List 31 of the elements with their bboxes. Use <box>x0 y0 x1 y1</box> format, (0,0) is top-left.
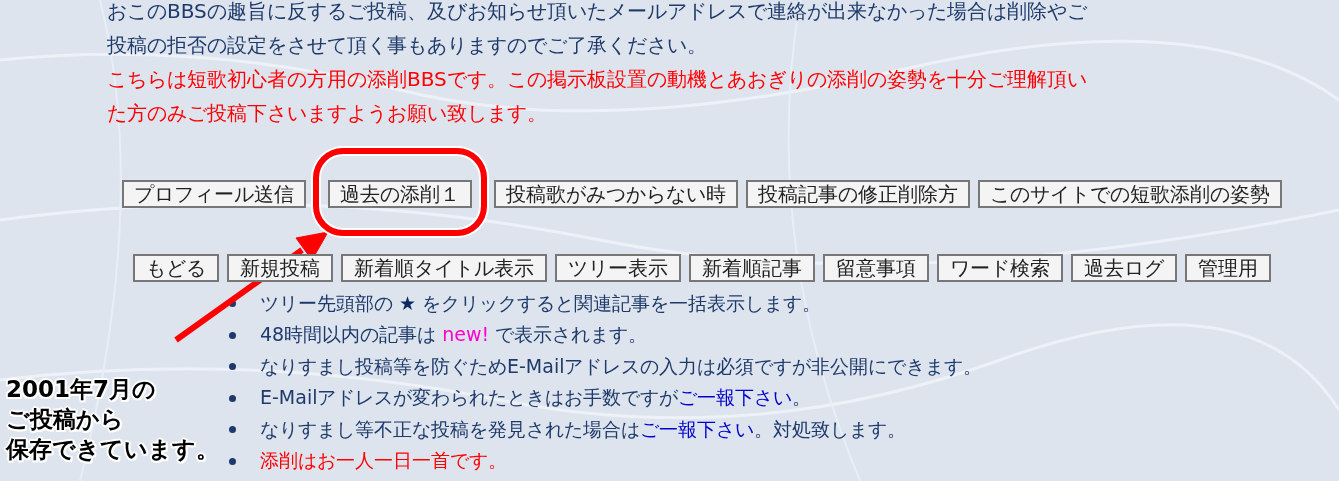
bullet-icon <box>229 331 236 339</box>
caption-text: 2001年7月の ご投稿から 保存できています。 <box>6 375 219 464</box>
nav-button[interactable]: 過去の添削１ <box>328 180 472 208</box>
nav-button[interactable]: 投稿歌がみつからない時 <box>494 180 738 208</box>
nav-button[interactable]: 新規投稿 <box>227 254 333 282</box>
nav-button[interactable]: このサイトでの短歌添削の姿勢 <box>978 180 1282 208</box>
note-text: ツリー先頭部の ★ をクリックすると関連記事を一括表示します。 <box>260 290 822 316</box>
notice-text: た方のみご投稿下さいますようお願い致します。 <box>107 100 547 127</box>
nav-button[interactable]: ツリー表示 <box>555 254 681 282</box>
note-text: なりすまし投稿等を防ぐためE-Mailアドレスの入力は必須ですが非公開にできます。 <box>260 353 983 379</box>
nav-button[interactable]: ワード検索 <box>937 254 1063 282</box>
note-text: E-Mailアドレスが変わられたときはお手数ですがご一報下さい。 <box>260 385 812 411</box>
bullet-icon <box>229 363 236 371</box>
nav-button[interactable]: 投稿記事の修正削除方 <box>746 180 970 208</box>
nav-button[interactable]: 新着順タイトル表示 <box>341 254 547 282</box>
bullet-icon <box>229 394 236 402</box>
nav-button[interactable]: 新着順記事 <box>689 254 815 282</box>
nav-button[interactable]: 管理用 <box>1185 254 1271 282</box>
notice-text: 投稿の拒否の設定をさせて頂く事もありますのでご了承ください。 <box>107 32 707 59</box>
bullet-icon <box>229 457 236 465</box>
bullet-icon <box>229 300 236 308</box>
nav-button[interactable]: 過去ログ <box>1071 254 1177 282</box>
nav-button[interactable]: もどる <box>133 254 219 282</box>
note-text: 48時間以内の記事は new! で表示されます。 <box>260 322 648 348</box>
bullet-icon <box>229 426 236 434</box>
nav-button[interactable]: プロフィール送信 <box>122 180 306 208</box>
nav-button[interactable]: 留意事項 <box>823 254 929 282</box>
note-text: なりすまし等不正な投稿を発見された場合はご一報下さい。対処致します。 <box>260 416 906 442</box>
notice-text: おこのBBSの趣旨に反するご投稿、及びお知らせ頂いたメールアドレスで連絡が出来なかった場合は削除やご <box>107 0 1087 25</box>
note-text: 添削はお一人一日一首です。 <box>260 448 507 474</box>
notice-text: こちらは短歌初心者の方用の添削BBSです。この掲示板設置の動機とあおぎりの添削の姿勢を十分ご理解頂い <box>107 66 1087 93</box>
